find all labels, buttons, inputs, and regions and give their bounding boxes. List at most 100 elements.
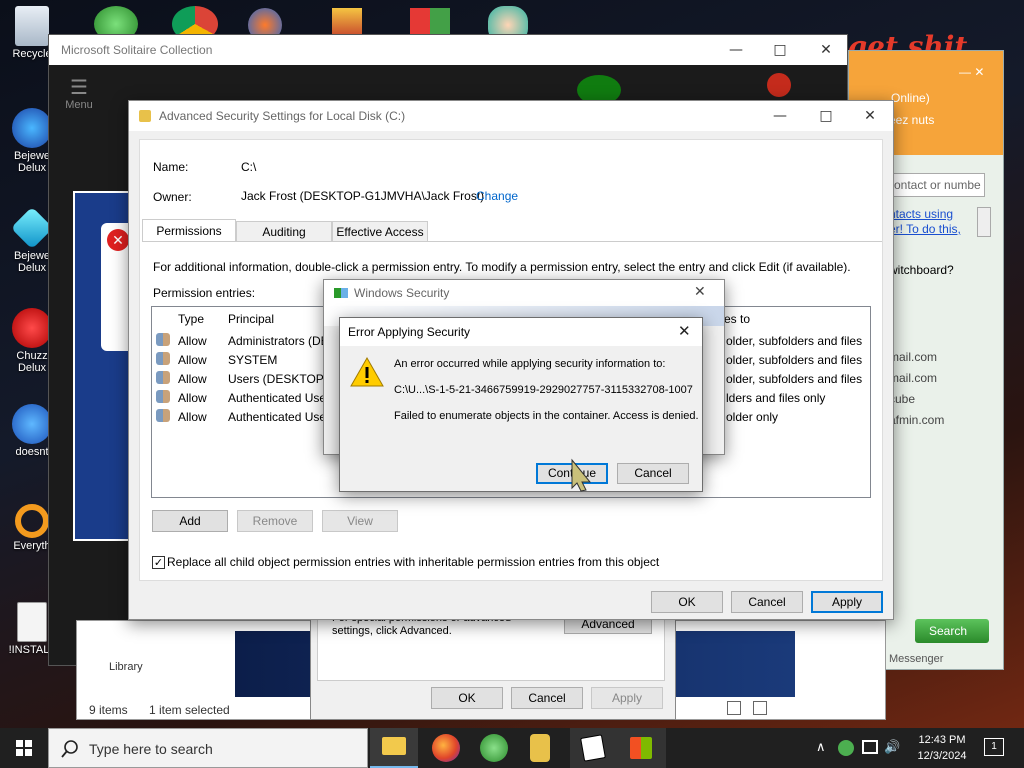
remove-label: Remove (252, 514, 298, 528)
row-principal: Authenticated Use (228, 410, 327, 424)
library-label[interactable]: Library (109, 661, 143, 673)
messenger-link[interactable]: ntacts using er! To do this, (889, 207, 961, 237)
details-view-icon[interactable] (727, 701, 741, 715)
contact-email[interactable]: afmin.com (889, 410, 944, 431)
contact-email[interactable]: cube (889, 389, 944, 410)
file-icon[interactable] (530, 734, 550, 762)
solitaire-menu-label: Menu (65, 99, 93, 111)
messenger-status[interactable]: Online) (891, 91, 930, 105)
column-header-principal[interactable]: Principal (228, 312, 274, 326)
tab-permissions[interactable]: Permissions (142, 219, 236, 242)
ok-button[interactable]: OK (431, 687, 503, 709)
store-icon (630, 737, 652, 759)
start-button[interactable] (0, 728, 48, 768)
minimize-button[interactable]: — (713, 35, 759, 65)
magnifier-icon (15, 504, 49, 538)
close-icon[interactable]: ✕ (678, 322, 691, 340)
advsec-titlebar: Advanced Security Settings for Local Dis… (129, 101, 893, 131)
messenger-scrollbar[interactable] (977, 207, 991, 237)
tab-label: Auditing (262, 225, 306, 239)
network-icon[interactable] (862, 740, 878, 754)
taskbar-search-placeholder: Type here to search (89, 741, 213, 757)
row-type: Allow (178, 410, 207, 424)
permissions-info-text: For additional information, double-click… (153, 260, 851, 274)
taskbar-search-box[interactable]: Type here to search (48, 728, 368, 768)
notification-icon[interactable] (767, 73, 791, 97)
messenger-tray-icon[interactable] (838, 740, 854, 756)
minimize-button[interactable]: — (757, 101, 803, 131)
messenger-switchboard-text: witchboard? (889, 263, 954, 277)
messenger-icon[interactable] (480, 734, 508, 762)
taskbar-explorer[interactable] (370, 728, 418, 768)
add-button[interactable]: Add (152, 510, 228, 532)
warning-icon (350, 356, 384, 387)
contact-email[interactable]: mail.com (889, 347, 944, 368)
messenger-search-button[interactable]: Search (915, 619, 989, 643)
large-icons-view-icon[interactable] (753, 701, 767, 715)
winsec-title: Windows Security (354, 286, 450, 300)
ok-button[interactable]: OK (651, 591, 723, 613)
folder-icon (139, 110, 151, 122)
remove-button[interactable]: Remove (237, 510, 313, 532)
taskbar: Type here to search ∧ 🔊 12:43 PM 12/3/20… (0, 728, 1024, 768)
solitaire-titlebar: Microsoft Solitaire Collection — □ ✕ (49, 35, 847, 65)
close-button[interactable]: ✕ (803, 35, 849, 65)
change-owner-link[interactable]: Change (476, 189, 518, 203)
cancel-button[interactable]: Cancel (511, 687, 583, 709)
busy-cursor-icon (571, 458, 592, 492)
close-icon[interactable]: ✕ (694, 284, 706, 300)
tab-effective-access[interactable]: Effective Access (332, 221, 428, 242)
view-label: View (347, 514, 373, 528)
apply-button[interactable]: Apply (591, 687, 663, 709)
desktop-icon-label: doesnt (15, 446, 49, 458)
owner-label: Owner: (153, 190, 192, 204)
users-icon (156, 409, 170, 422)
status-item-count: 9 items (89, 703, 128, 717)
gem-icon (12, 108, 52, 148)
tab-auditing[interactable]: Auditing (236, 221, 332, 242)
maximize-button[interactable]: □ (803, 101, 849, 131)
hamburger-icon: ☰ (70, 77, 88, 99)
permission-entries-label: Permission entries: (153, 286, 256, 300)
apply-button[interactable]: Apply (811, 591, 883, 613)
taskbar-clock[interactable]: 12:43 PM 12/3/2024 (914, 732, 970, 764)
solitaire-title: Microsoft Solitaire Collection (61, 43, 213, 57)
windows-logo-icon (16, 740, 32, 756)
column-header-type[interactable]: Type (178, 312, 204, 326)
close-button[interactable]: ✕ (847, 101, 893, 131)
row-principal: Users (DESKTOP-G (228, 372, 338, 386)
document-icon (17, 602, 47, 642)
maximize-button[interactable]: □ (757, 35, 803, 65)
search-icon (61, 740, 78, 758)
contact-email[interactable]: mail.com (889, 368, 944, 389)
users-icon (156, 352, 170, 365)
bird-icon (12, 404, 52, 444)
row-type: Allow (178, 334, 207, 348)
messenger-window-controls[interactable]: — ✕ (959, 65, 999, 81)
error-dialog: Error Applying Security ✕ An error occur… (339, 317, 703, 492)
row-principal: Authenticated Use (228, 391, 327, 405)
messenger-search-input[interactable]: ontact or numbe (889, 173, 985, 197)
cancel-button[interactable]: Cancel (731, 591, 803, 613)
volume-icon[interactable]: 🔊 (884, 740, 900, 755)
firefox-icon[interactable] (432, 734, 460, 762)
replace-child-label[interactable]: Replace all child object permission entr… (167, 555, 659, 569)
row-applies-to: older only (726, 410, 779, 424)
messenger-contact-list: mail.com mail.com cube afmin.com (889, 347, 944, 431)
clock-date: 12/3/2024 (917, 750, 967, 762)
error-message-line1: An error occurred while applying securit… (394, 358, 666, 370)
cancel-button[interactable]: Cancel (617, 463, 689, 484)
security-icon (334, 288, 348, 298)
users-icon (156, 333, 170, 346)
taskbar-solitaire[interactable] (570, 728, 618, 768)
replace-child-checkbox[interactable]: ✓ (152, 556, 165, 569)
solitaire-menu-button[interactable]: ☰ Menu (59, 77, 99, 117)
taskbar-store[interactable] (618, 728, 666, 768)
messenger-link-line: er! To do this, (889, 222, 961, 236)
notification-center-icon[interactable]: 1 (984, 738, 1004, 756)
show-hidden-icons-chevron-icon[interactable]: ∧ (816, 740, 826, 755)
view-button[interactable]: View (322, 510, 398, 532)
column-header-applies-to[interactable]: es to (724, 312, 750, 326)
messenger-link-line: ntacts using (889, 207, 954, 221)
advsec-title: Advanced Security Settings for Local Dis… (159, 109, 406, 123)
